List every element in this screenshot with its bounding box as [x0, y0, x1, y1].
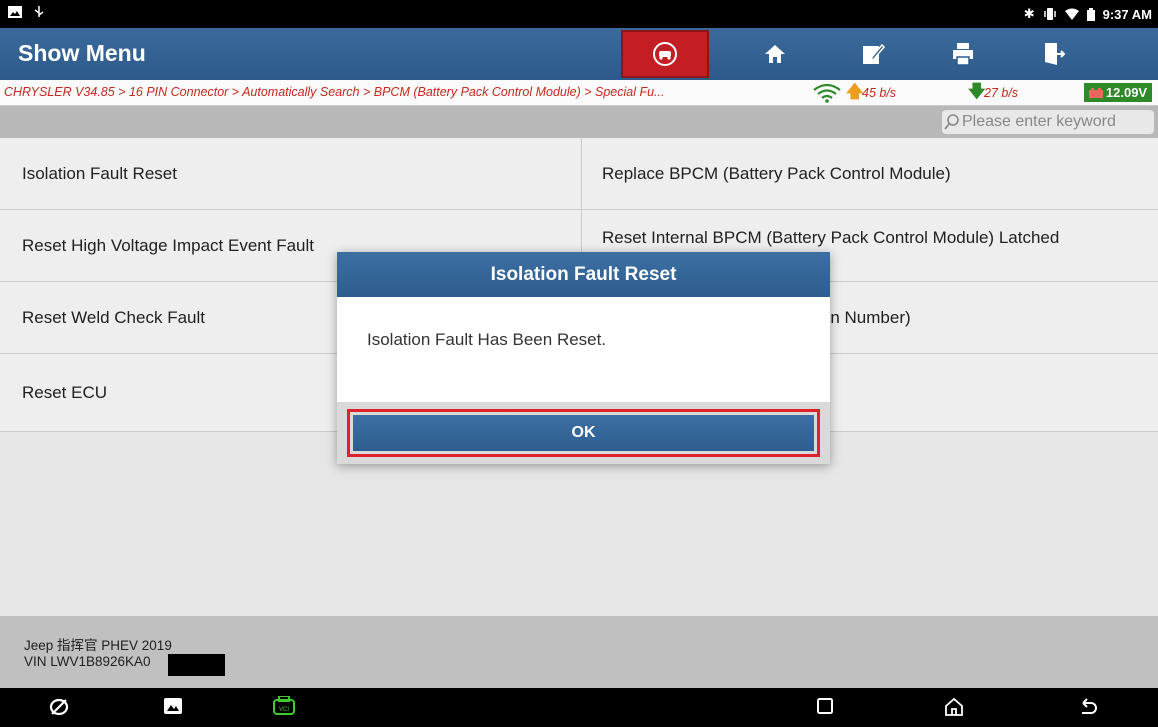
dialog-footer: OK [337, 402, 830, 464]
message-dialog: Isolation Fault Reset Isolation Fault Ha… [337, 252, 830, 464]
home-nav-icon[interactable] [943, 696, 965, 718]
status-bar: ✱ 9:37 AM [0, 0, 1158, 28]
dialog-message: Isolation Fault Has Been Reset. [367, 330, 607, 349]
battery-icon [1086, 7, 1095, 21]
android-nav-bar: VCI [0, 688, 1158, 727]
print-icon [953, 43, 973, 66]
home-button[interactable] [731, 30, 819, 78]
wifi-icon [1064, 8, 1079, 20]
browser-icon[interactable] [48, 696, 70, 718]
page-title: Show Menu [18, 40, 146, 66]
usb-icon [34, 6, 44, 17]
svg-text:VCI: VCI [279, 707, 289, 713]
back-icon[interactable] [1077, 696, 1099, 718]
print-button[interactable] [919, 30, 1007, 78]
exit-button[interactable] [1009, 30, 1097, 78]
image-icon [8, 6, 22, 18]
edit-icon [863, 43, 886, 64]
recent-apps-icon[interactable] [815, 696, 835, 716]
edit-button[interactable] [829, 30, 917, 78]
bluetooth-icon: ✱ [1023, 6, 1035, 21]
status-left [8, 5, 46, 19]
vibrate-icon [1043, 8, 1056, 20]
car-diagnose-icon [653, 42, 677, 66]
car-diagnose-button[interactable] [621, 30, 709, 78]
status-time: 9:37 AM [1102, 6, 1152, 22]
ok-button[interactable]: OK [353, 415, 814, 451]
gallery-icon[interactable] [163, 696, 183, 716]
title-bar: Show Menu [0, 28, 1158, 80]
vci-icon[interactable]: VCI [272, 696, 296, 718]
home-icon [765, 45, 785, 63]
status-right: ✱ 9:37 AM [1024, 6, 1152, 22]
dialog-title: Isolation Fault Reset [337, 252, 830, 297]
exit-icon [1045, 43, 1066, 65]
